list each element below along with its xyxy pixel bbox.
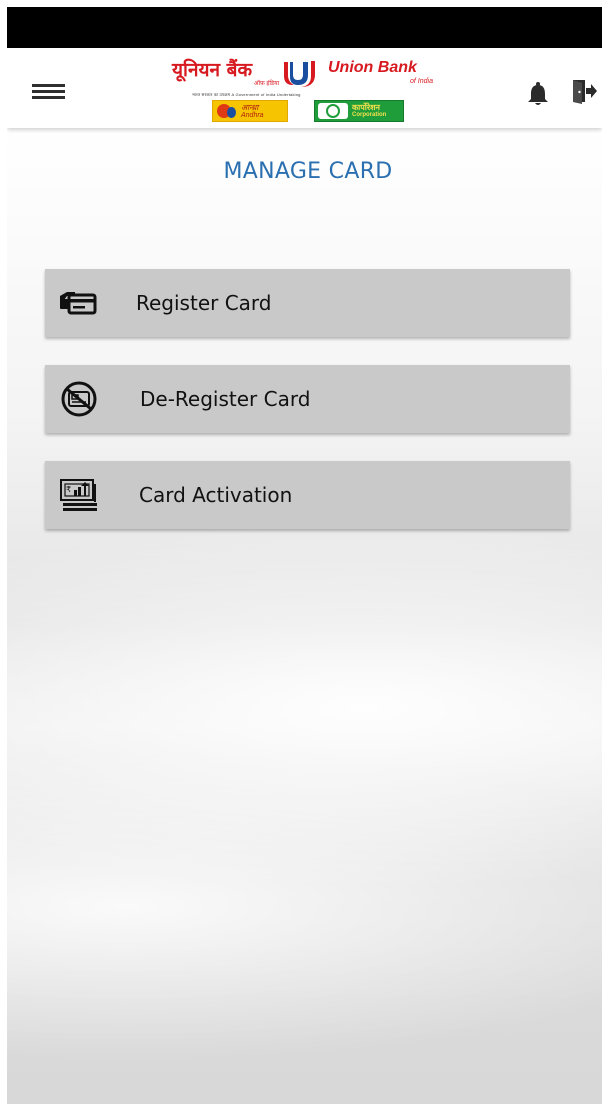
card-activation-label: Card Activation <box>139 483 293 507</box>
andhra-english-text: Andhra <box>241 112 264 119</box>
app-header: यूनियन बैंक ऑफ़ इंडिया Union Bank of Ind… <box>7 48 602 128</box>
card-activation-button[interactable]: ₹ Card Activation <box>45 461 570 529</box>
corporation-bank-badge: कार्पोरेशन Corporation <box>314 100 404 122</box>
logo-tagline: भारत सरकार का उपक्रम A Government of Ind… <box>192 92 301 97</box>
logo-hindi-subtext: ऑफ़ इंडिया <box>254 81 280 87</box>
hamburger-menu-icon[interactable] <box>32 84 65 100</box>
svg-text:₹: ₹ <box>66 485 71 494</box>
corporation-english-text: Corporation <box>352 112 387 118</box>
page-title: MANAGE CARD <box>223 159 393 184</box>
logo-english-subtext: of India <box>410 78 433 85</box>
deregister-card-label: De-Register Card <box>140 387 311 411</box>
union-bank-logo: यूनियन बैंक ऑफ़ इंडिया Union Bank of Ind… <box>172 56 442 122</box>
register-card-label: Register Card <box>136 291 272 315</box>
app-screen: यूनियन बैंक ऑफ़ इंडिया Union Bank of Ind… <box>7 7 602 1104</box>
bell-icon[interactable] <box>526 81 550 107</box>
register-card-icon <box>60 292 97 315</box>
status-bar <box>7 7 602 48</box>
register-card-button[interactable]: Register Card <box>45 269 570 337</box>
andhra-bank-badge: आन्ध्रा Andhra <box>212 100 288 122</box>
deregister-card-button[interactable]: De-Register Card <box>45 365 570 433</box>
logo-english-text: Union Bank <box>328 59 417 76</box>
card-activation-icon: ₹ <box>60 479 97 511</box>
deregister-card-icon <box>61 381 97 417</box>
union-bank-emblem-icon <box>284 61 315 87</box>
logout-icon[interactable] <box>571 78 597 104</box>
corporation-seal-icon <box>318 103 348 119</box>
logo-hindi-text: यूनियन बैंक <box>172 59 253 81</box>
